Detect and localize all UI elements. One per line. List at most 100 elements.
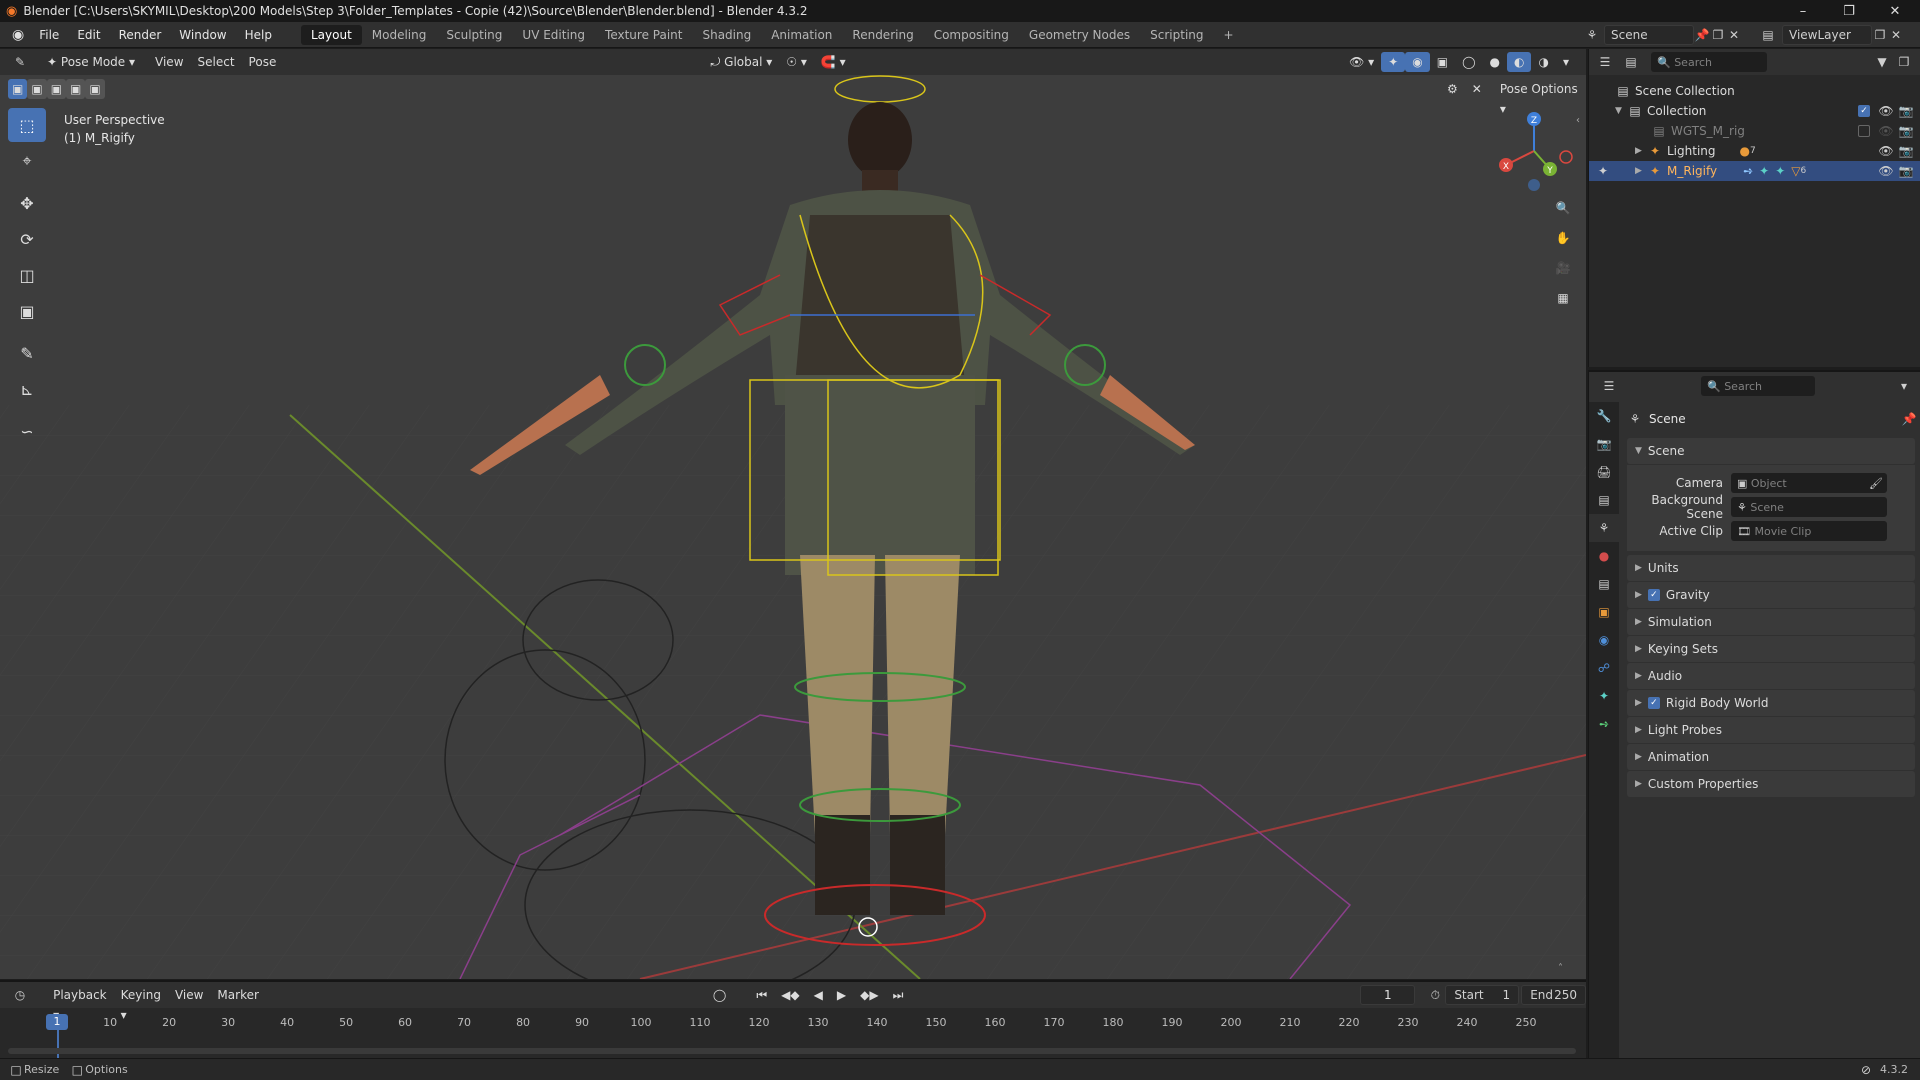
xray-icon[interactable]: ▣ [1430,52,1455,72]
section-gravity[interactable]: ▶ ✓ Gravity [1627,582,1915,608]
tab-compositing[interactable]: Compositing [924,25,1019,45]
auto-keying-icon[interactable]: ◯ [706,985,733,1005]
pin-icon[interactable]: 📌 [1901,411,1917,427]
solid-shading-icon[interactable]: ● [1483,52,1507,72]
navigation-gizmo[interactable]: Z X Y [1494,111,1574,191]
mode-dropdown[interactable]: ✦ Pose Mode ▾ [40,52,142,72]
orientation-dropdown[interactable]: ⤾ Global ▾ [703,52,779,72]
move-tool[interactable]: ✥ [8,186,46,220]
outliner-editor-icon[interactable]: ☰ [1597,54,1613,70]
background-scene-field[interactable]: ⚘ Scene [1731,497,1887,517]
section-units[interactable]: ▶ Units [1627,555,1915,581]
gizmo-icon[interactable]: ✦ [1381,52,1406,72]
add-workspace-button[interactable]: + [1214,25,1244,45]
filter-icon[interactable]: ▼ [1874,54,1890,70]
section-rigid-body-world[interactable]: ▶ ✓ Rigid Body World [1627,690,1915,716]
perspective-toggle-icon[interactable]: ▦ [1550,285,1576,311]
close-button[interactable]: ✕ [1872,0,1918,22]
select-box-tool[interactable]: ⬚ [8,108,46,142]
tab-uv-editing[interactable]: UV Editing [512,25,595,45]
timeline-editor-icon[interactable]: ◷ [14,987,26,1003]
pose-options-dropdown[interactable]: Pose Options ▾ [1493,79,1586,116]
next-keyframe-icon[interactable]: ◆▶ [853,985,885,1005]
tab-shading[interactable]: Shading [692,25,761,45]
stopwatch-icon[interactable]: ⏱ [1429,987,1441,1003]
delete-scene-icon[interactable]: ✕ [1726,27,1742,43]
snap-icon[interactable]: 🧲 ▾ [814,52,853,72]
jump-start-icon[interactable]: ⏮ [749,985,774,1005]
section-custom-properties[interactable]: ▶ Custom Properties [1627,771,1915,797]
zoom-icon[interactable]: 🔍 [1550,195,1576,221]
blender-menu-icon[interactable]: ◉ [12,27,24,43]
frame-ruler[interactable]: 1 10 20 30 40 50 60 70 80 90 100 110 120 130 140 150 16… [0,1010,1586,1058]
material-shading-icon[interactable]: ◐ [1507,52,1532,72]
pin-icon[interactable]: 📌 [1694,27,1710,43]
tree-item-lighting[interactable]: ▶ ✦ Lighting ● 7 👁 📷 [1589,141,1920,161]
gravity-checkbox[interactable]: ✓ [1647,589,1660,601]
collection-exclude-checkbox[interactable]: ✓ [1858,105,1870,117]
tree-item-wgts[interactable]: ▤ WGTS_M_rig 👁 📷 [1589,121,1920,141]
active-clip-field[interactable]: 🎞 Movie Clip [1731,521,1887,541]
properties-editor-icon[interactable]: ☰ [1601,378,1617,394]
x-mirror-icon[interactable]: ✕ [1465,79,1489,99]
bone-roll-tool[interactable]: ∽ [8,414,46,448]
editor-type-icon[interactable]: ✎ [12,54,28,70]
view-layer-name[interactable]: ViewLayer [1782,25,1872,45]
start-frame-field[interactable]: Start 1 [1445,985,1520,1005]
collection-exclude-checkbox[interactable] [1858,125,1870,137]
menu-help[interactable]: Help [236,22,281,48]
visibility-icon[interactable]: 👁 ▾ [1342,52,1381,72]
camera-icon[interactable]: 📷 [1898,163,1914,179]
wireframe-shading-icon[interactable]: ◯ [1455,52,1482,72]
section-light-probes[interactable]: ▶ Light Probes [1627,717,1915,743]
cursor-tool[interactable]: ⌖ [8,144,46,178]
eye-icon[interactable]: 👁 [1878,143,1894,159]
timeline-scrollbar[interactable] [8,1048,1576,1054]
tab-scripting[interactable]: Scripting [1140,25,1213,45]
scale-tool[interactable]: ◫ [8,258,46,292]
menu-file[interactable]: File [30,22,68,48]
rendered-shading-icon[interactable]: ◑ [1531,52,1555,72]
section-keying-sets[interactable]: ▶ Keying Sets [1627,636,1915,662]
rigid-body-world-checkbox[interactable]: ✓ [1647,697,1660,709]
new-scene-icon[interactable]: ❐ [1710,27,1726,43]
tree-item-scene-collection[interactable]: ▤ Scene Collection [1589,81,1920,101]
mirror-icon[interactable]: ⚙ [1440,79,1465,99]
menu-select[interactable]: Select [191,52,242,72]
menu-pose[interactable]: Pose [242,52,284,72]
overlay-icon[interactable]: ◉ [1405,52,1430,72]
playhead[interactable]: 1 [46,1014,68,1030]
tree-item-m-rigify[interactable]: ✦ ▶ ✦ M_Rigify ➺ ✦ ✦ ▽ 6 👁 📷 [1589,161,1920,181]
scene-name[interactable]: Scene [1604,25,1694,45]
3d-viewport[interactable]: ▣ ▣ ▣ ▣ ▣ User Perspective (1) M_Rigify … [0,75,1586,979]
tab-rendering[interactable]: Rendering [842,25,923,45]
play-icon[interactable]: ▶ [830,985,853,1005]
annotate-tool[interactable]: ✎ [8,336,46,370]
tab-geometry-nodes[interactable]: Geometry Nodes [1019,25,1140,45]
minimize-button[interactable]: – [1780,0,1826,22]
menu-window[interactable]: Window [170,22,235,48]
rotate-tool[interactable]: ⟳ [8,222,46,256]
expand-arrow-icon[interactable]: ▶ [1635,166,1647,176]
transform-tool[interactable]: ▣ [8,294,46,328]
tab-layout[interactable]: Layout [300,25,362,45]
menu-playback[interactable]: Playback ▾ [46,985,114,1022]
jump-end-icon[interactable]: ⏭ [886,985,911,1005]
measure-tool[interactable]: ⊾ [8,372,46,406]
eyedropper-icon[interactable]: 🖌 [1869,477,1883,490]
pivot-icon[interactable]: ☉ ▾ [779,52,814,72]
camera-view-icon[interactable]: 🎥 [1550,255,1576,281]
tab-texture-paint[interactable]: Texture Paint [595,25,692,45]
tree-item-collection[interactable]: ▼ ▤ Collection ✓ 👁 📷 [1589,101,1920,121]
camera-icon[interactable]: 📷 [1898,143,1914,159]
maximize-button[interactable]: ❐ [1826,0,1872,22]
tab-sculpting[interactable]: Sculpting [436,25,512,45]
end-frame-field[interactable]: End 250 [1521,985,1586,1005]
menu-view[interactable]: View [168,985,210,1005]
display-mode-icon[interactable]: ▤ [1623,54,1639,70]
tab-modeling[interactable]: Modeling [362,25,437,45]
camera-field[interactable]: ▣ Object 🖌 [1731,473,1887,493]
expand-arrow-icon[interactable]: ▼ [1615,106,1627,116]
eye-icon[interactable]: 👁 [1878,123,1894,139]
scene-panel-header[interactable]: ▼ Scene [1627,438,1915,464]
